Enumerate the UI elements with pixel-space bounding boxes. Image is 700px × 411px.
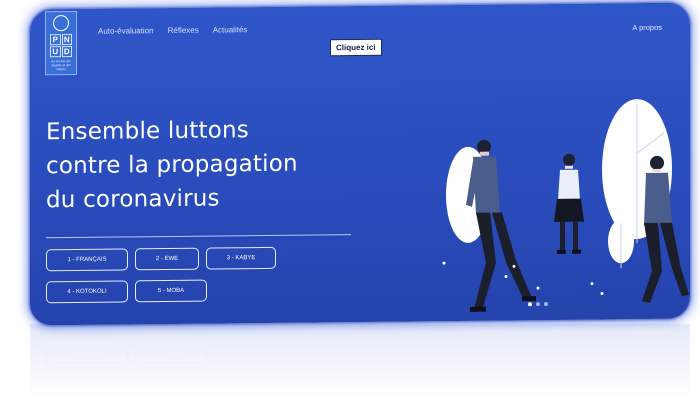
logo-tagline: Au service des peuples et des nations — [51, 59, 71, 72]
reflection-button: 4 - KOTOKOLI — [46, 348, 128, 368]
card-reflection: 4 - KOTOKOLI 5 - MOBA — [30, 324, 690, 411]
language-button-moba[interactable]: 5 - MOBA — [135, 279, 207, 303]
divider — [46, 234, 351, 239]
logo-letter: N — [61, 34, 72, 46]
logo-letter: D — [61, 46, 72, 58]
headline-line: Ensemble luttons — [46, 117, 249, 146]
logo-letters: P N U D — [50, 34, 72, 58]
undp-logo[interactable]: P N U D Au service des peuples et des na… — [45, 10, 77, 76]
nav-item-about[interactable]: A propos — [632, 23, 662, 32]
language-buttons: 1 - FRANÇAIS 2 - EWE 3 - KABYE 4 - KOTOK… — [46, 246, 306, 304]
person-woman-right-icon — [642, 155, 689, 303]
language-button-kabye[interactable]: 3 - KABYE — [206, 246, 276, 270]
main-nav: Auto-évaluation Réflexes Actualités — [98, 25, 247, 36]
nav-item-actualites[interactable]: Actualités — [213, 25, 248, 34]
un-emblem-icon — [53, 15, 69, 32]
language-button-kotokoli[interactable]: 4 - KOTOKOLI — [46, 280, 128, 304]
headline-line: du coronavirus — [46, 185, 220, 214]
person-woman-icon — [554, 153, 584, 254]
reflection-button: 5 - MOBA — [135, 348, 207, 368]
nav-item-reflexes[interactable]: Réflexes — [168, 26, 199, 35]
hero-headline: Ensemble luttons contre la propagation d… — [46, 112, 346, 217]
carousel-dot[interactable] — [528, 302, 532, 307]
language-button-francais[interactable]: 1 - FRANÇAIS — [46, 248, 128, 272]
headline-line: contre la propagation — [46, 150, 298, 180]
logo-letter: P — [50, 34, 61, 46]
carousel-dot[interactable] — [544, 302, 548, 307]
nav-item-auto-evaluation[interactable]: Auto-évaluation — [98, 26, 154, 36]
carousel-dots — [528, 302, 548, 307]
logo-letter: U — [50, 46, 61, 58]
people-walking-illustration — [442, 99, 689, 312]
language-button-ewe[interactable]: 2 - EWE — [135, 247, 199, 271]
carousel-dot[interactable] — [536, 302, 540, 307]
click-here-button[interactable]: Cliquez ici — [330, 38, 382, 57]
hero-card: P N U D Au service des peuples et des na… — [30, 2, 690, 326]
